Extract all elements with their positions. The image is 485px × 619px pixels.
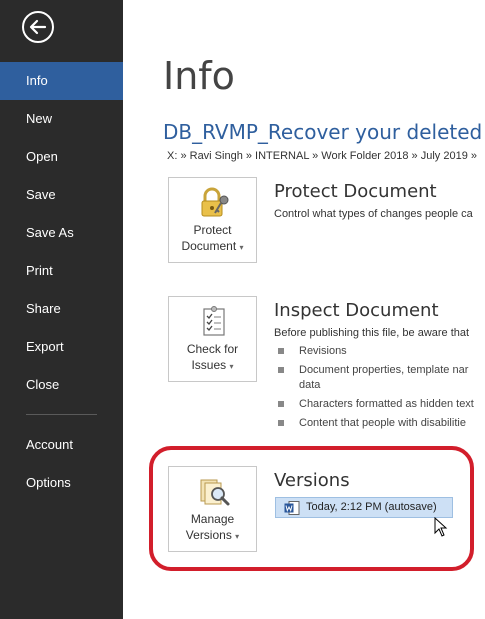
list-item: Revisions	[278, 344, 474, 359]
inspect-button-label-2: Issues	[191, 358, 227, 372]
word-document-icon	[284, 501, 300, 515]
versions-button-label-2: Versions	[185, 528, 232, 542]
sidebar-item-info[interactable]: Info	[0, 62, 123, 100]
list-item-text: Document properties, template nar	[299, 364, 469, 376]
versions-heading: Versions	[274, 470, 350, 491]
list-item: Document properties, template nar	[278, 363, 474, 378]
mouse-cursor-icon	[434, 517, 448, 537]
back-arrow-icon[interactable]	[22, 11, 54, 43]
sidebar-item-new[interactable]: New	[0, 100, 123, 138]
inspect-description: Before publishing this file, be aware th…	[274, 327, 470, 339]
protect-button-label-2: Document	[181, 239, 237, 253]
versions-button-label-1: Manage	[190, 512, 235, 526]
protect-description: Control what types of changes people ca	[274, 208, 473, 220]
protect-heading: Protect Document	[274, 181, 437, 202]
inspect-list: Revisions Document properties, template …	[278, 344, 474, 435]
check-for-issues-button[interactable]: Check for Issues ▾	[168, 296, 257, 382]
list-item: Characters formatted as hidden text	[278, 397, 474, 412]
checklist-icon	[203, 306, 225, 336]
sidebar-item-save[interactable]: Save	[0, 176, 123, 214]
sidebar-item-account[interactable]: Account	[0, 426, 123, 464]
version-label: Today, 2:12 PM (autosave)	[306, 501, 437, 513]
list-item-text: Characters formatted as hidden text	[299, 398, 474, 410]
list-item: Content that people with disabilitie	[278, 416, 474, 431]
lock-key-icon	[201, 187, 229, 217]
list-item-text: Content that people with disabilitie	[299, 417, 466, 429]
bullet-icon	[278, 420, 284, 426]
sidebar-item-options[interactable]: Options	[0, 464, 123, 502]
protect-button-label-2-row: Document ▾	[169, 238, 256, 256]
page-title: Info	[163, 54, 235, 98]
info-pane: Info DB_RVMP_Recover your deleted wo X: …	[123, 0, 485, 619]
sidebar-item-open[interactable]: Open	[0, 138, 123, 176]
list-item-text: data	[299, 379, 321, 391]
sidebar-divider	[26, 414, 97, 415]
dropdown-caret-icon: ▾	[229, 362, 234, 371]
versions-button-label-2-row: Versions ▾	[169, 527, 256, 545]
document-search-icon	[200, 479, 230, 506]
sidebar-item-export[interactable]: Export	[0, 328, 123, 366]
sidebar-item-print[interactable]: Print	[0, 252, 123, 290]
bullet-icon	[278, 401, 284, 407]
document-path[interactable]: X: » Ravi Singh » INTERNAL » Work Folder…	[167, 150, 477, 162]
document-title: DB_RVMP_Recover your deleted wo	[163, 120, 485, 144]
protect-button-label-1: Protect	[193, 223, 232, 237]
sidebar-item-save-as[interactable]: Save As	[0, 214, 123, 252]
inspect-heading: Inspect Document	[274, 300, 439, 321]
sidebar-item-close[interactable]: Close	[0, 366, 123, 404]
dropdown-caret-icon: ▾	[239, 243, 244, 252]
manage-versions-button[interactable]: Manage Versions ▾	[168, 466, 257, 552]
sidebar-item-share[interactable]: Share	[0, 290, 123, 328]
protect-document-button[interactable]: Protect Document ▾	[168, 177, 257, 263]
autosave-version-item[interactable]: Today, 2:12 PM (autosave)	[275, 497, 453, 518]
bullet-icon	[278, 348, 284, 354]
inspect-button-label-1: Check for	[186, 342, 239, 356]
backstage-sidebar: Info New Open Save Save As Print Share E…	[0, 0, 123, 619]
inspect-button-label-2-row: Issues ▾	[169, 357, 256, 375]
list-item-continued: data	[278, 378, 474, 393]
dropdown-caret-icon: ▾	[235, 532, 240, 541]
bullet-icon	[278, 367, 284, 373]
list-item-text: Revisions	[299, 345, 347, 357]
